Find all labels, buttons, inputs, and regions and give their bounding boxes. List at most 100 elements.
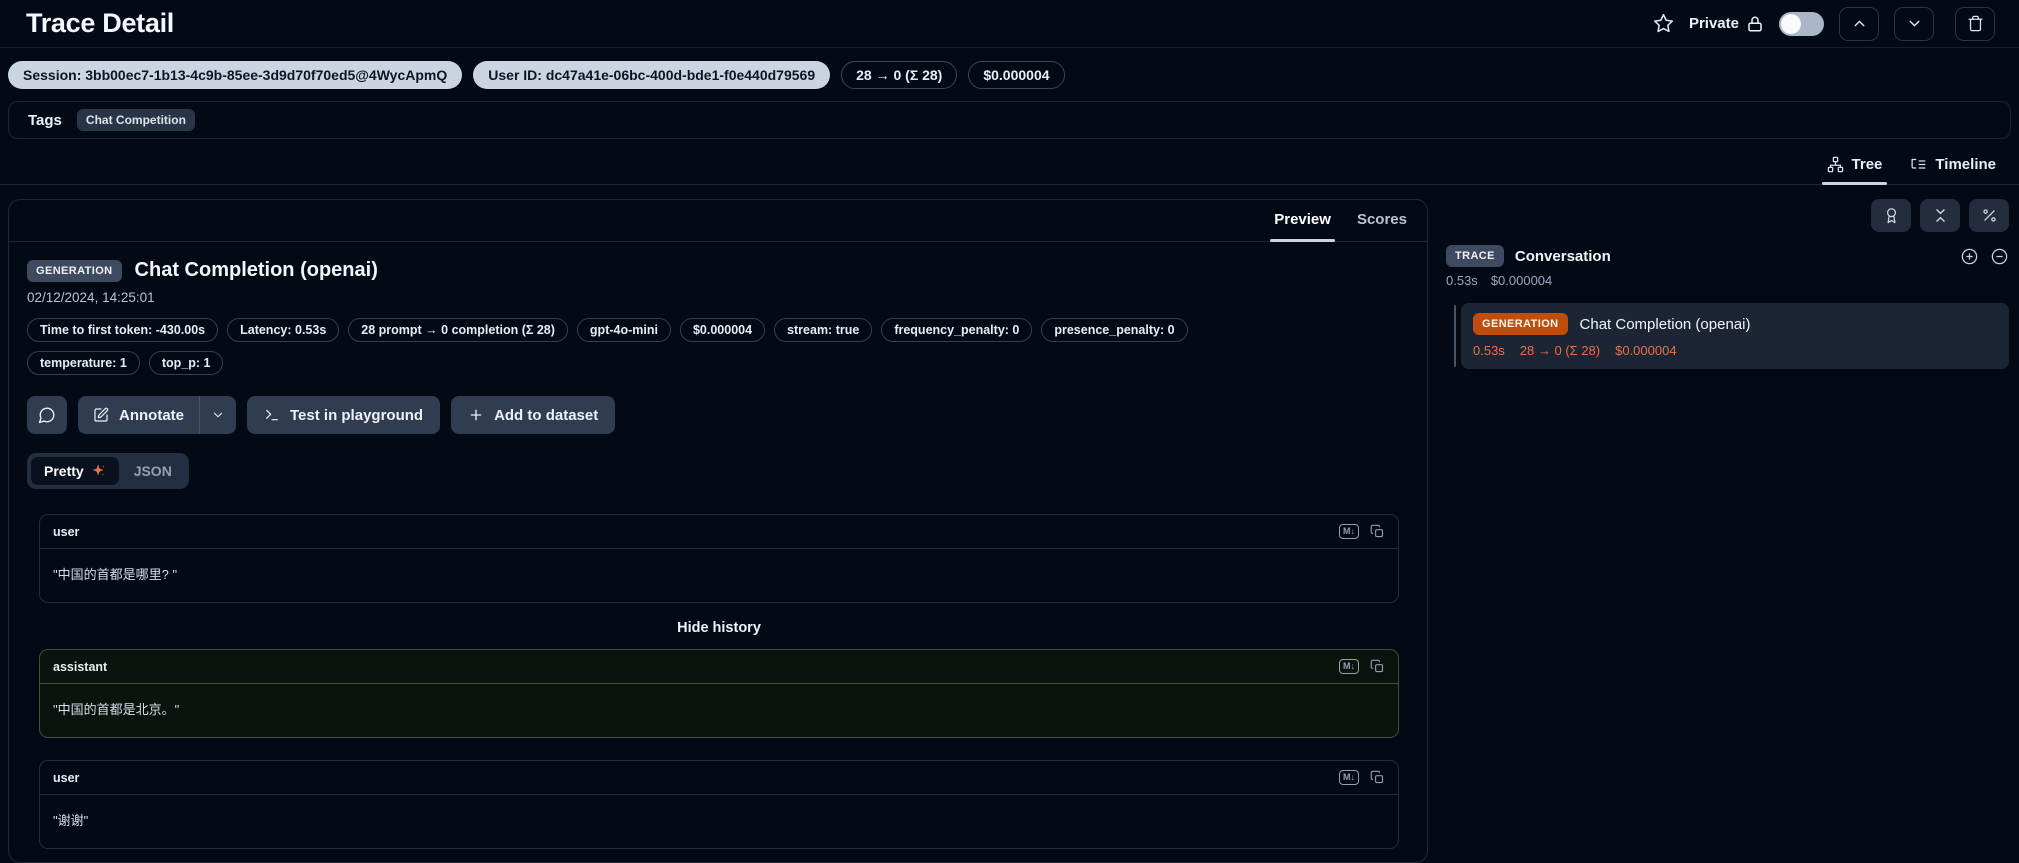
messages-list: user M↓ "中国的首都是哪里? " Hide history assist…: [39, 514, 1399, 849]
message-header: user M↓: [40, 515, 1398, 549]
message-role: assistant: [53, 660, 107, 674]
token-usage-badge: 28 → 0 (Σ 28): [841, 61, 957, 89]
pill-temperature: temperature: 1: [27, 351, 140, 375]
toggle-metrics-button[interactable]: [1969, 199, 2009, 232]
chevron-down-icon: [1906, 15, 1923, 32]
chevrons-collapse-icon: [1932, 207, 1949, 224]
expand-all-icon[interactable]: [1960, 247, 1979, 266]
delete-trace-button[interactable]: [1955, 7, 1995, 41]
trace-type-badge: TRACE: [1446, 245, 1504, 267]
copy-icon[interactable]: [1370, 659, 1385, 674]
message-role: user: [53, 771, 79, 785]
list-tree-icon: [1910, 156, 1927, 173]
edit-icon: [93, 407, 109, 423]
format-toggle: Pretty JSON: [27, 453, 189, 489]
tab-tree[interactable]: Tree: [1816, 147, 1894, 184]
trace-latency: 0.53s: [1446, 273, 1478, 288]
tab-preview[interactable]: Preview: [1266, 200, 1339, 241]
message-role: user: [53, 525, 79, 539]
pretty-label: Pretty: [44, 463, 84, 479]
public-toggle[interactable]: [1779, 12, 1824, 36]
observation-cost: $0.000004: [1615, 343, 1676, 358]
observation-tokens: 28 → 0 (Σ 28): [1520, 343, 1600, 358]
copy-icon[interactable]: [1370, 524, 1385, 539]
message-header-icons: M↓: [1339, 659, 1385, 674]
tree-controls: [1446, 199, 2009, 232]
collapse-all-button[interactable]: [1920, 199, 1960, 232]
pill-token-usage: 28 prompt → 0 completion (Σ 28): [348, 318, 568, 342]
chevron-up-icon: [1851, 15, 1868, 32]
observation-tree-title: Chat Completion (openai): [1580, 316, 1751, 333]
trace-root-row[interactable]: TRACE Conversation: [1446, 245, 2009, 267]
observation-actions: Annotate Test in playground Add to datas…: [27, 396, 1409, 434]
markdown-toggle-icon[interactable]: M↓: [1339, 659, 1359, 674]
tab-scores[interactable]: Scores: [1349, 200, 1415, 241]
observation-latency: 0.53s: [1473, 343, 1505, 358]
annotate-split-button: Annotate: [78, 396, 236, 434]
message-card-user-2: user M↓ "谢谢": [39, 760, 1399, 849]
tag-chip[interactable]: Chat Competition: [77, 109, 195, 131]
test-in-playground-button[interactable]: Test in playground: [247, 396, 440, 434]
pill-cost: $0.000004: [680, 318, 765, 342]
format-json-button[interactable]: JSON: [121, 457, 185, 485]
message-content: "谢谢": [40, 795, 1398, 848]
user-id-badge[interactable]: User ID: dc47a41e-06bc-400d-bde1-f0e440d…: [473, 61, 830, 89]
header-actions: Private: [1653, 7, 1995, 41]
collapse-node-icon[interactable]: [1990, 247, 2009, 266]
generation-type-badge: GENERATION: [1473, 313, 1568, 335]
copy-icon[interactable]: [1370, 770, 1385, 785]
trace-children: GENERATION Chat Completion (openai) 0.53…: [1446, 303, 2009, 369]
observation-header: GENERATION Chat Completion (openai): [27, 259, 1409, 282]
tab-timeline[interactable]: Timeline: [1899, 147, 2007, 184]
comments-button[interactable]: [27, 396, 67, 434]
private-label: Private: [1689, 15, 1739, 32]
observation-tree-metrics: 0.53s 28 → 0 (Σ 28) $0.000004: [1473, 343, 1997, 358]
pill-latency: Latency: 0.53s: [227, 318, 339, 342]
award-icon: [1883, 207, 1900, 224]
format-pretty-button[interactable]: Pretty: [31, 457, 119, 485]
visibility-group: Private: [1689, 15, 1764, 33]
observation-tree-row-selected[interactable]: GENERATION Chat Completion (openai) 0.53…: [1461, 303, 2009, 369]
message-header: user M↓: [40, 761, 1398, 795]
trace-title: Conversation: [1515, 248, 1611, 265]
observation-panel: Preview Scores GENERATION Chat Completio…: [8, 199, 1428, 863]
tab-tree-label: Tree: [1852, 156, 1883, 173]
annotate-label: Annotate: [119, 407, 184, 424]
cost-badge: $0.000004: [968, 61, 1064, 89]
main-content: Preview Scores GENERATION Chat Completio…: [0, 185, 2019, 863]
pill-presence-penalty: presence_penalty: 0: [1041, 318, 1187, 342]
chevron-down-icon: [211, 408, 225, 422]
tags-section[interactable]: Tags Chat Competition: [8, 101, 2011, 139]
toggle-scores-button[interactable]: [1871, 199, 1911, 232]
previous-trace-button[interactable]: [1839, 7, 1879, 41]
annotate-button[interactable]: Annotate: [78, 396, 199, 434]
comment-bubble-icon: [38, 406, 56, 424]
trace-tree-panel: TRACE Conversation 0.53s $0.000004 GENER…: [1428, 199, 2019, 369]
message-gap: [39, 738, 1399, 760]
hide-history-button[interactable]: Hide history: [39, 620, 1399, 636]
observation-tree-row-header: GENERATION Chat Completion (openai): [1473, 313, 1997, 335]
bookmark-star-icon[interactable]: [1653, 13, 1674, 34]
lock-icon: [1746, 15, 1764, 33]
toggle-knob: [1781, 14, 1801, 34]
markdown-toggle-icon[interactable]: M↓: [1339, 770, 1359, 785]
message-card-assistant: assistant M↓ "中国的首都是北京。": [39, 649, 1399, 738]
next-trace-button[interactable]: [1894, 7, 1934, 41]
markdown-toggle-icon[interactable]: M↓: [1339, 524, 1359, 539]
session-badge[interactable]: Session: 3bb00ec7-1b13-4c9b-85ee-3d9d70f…: [8, 61, 462, 89]
sparkles-icon: [92, 464, 106, 478]
pill-stream: stream: true: [774, 318, 872, 342]
pill-model[interactable]: gpt-4o-mini: [577, 318, 671, 342]
annotate-dropdown-button[interactable]: [199, 396, 236, 434]
observation-metric-pills: Time to first token: -430.00s Latency: 0…: [27, 318, 1287, 375]
test-in-playground-label: Test in playground: [290, 407, 423, 424]
percent-icon: [1981, 207, 1998, 224]
tab-timeline-label: Timeline: [1935, 156, 1996, 173]
pill-top-p: top_p: 1: [149, 351, 224, 375]
observation-timestamp: 02/12/2024, 14:25:01: [27, 290, 1409, 305]
add-to-dataset-label: Add to dataset: [494, 407, 598, 424]
message-content: "中国的首都是北京。": [40, 684, 1398, 737]
message-content: "中国的首都是哪里? ": [40, 549, 1398, 602]
add-to-dataset-button[interactable]: Add to dataset: [451, 396, 615, 434]
pill-time-to-first-token: Time to first token: -430.00s: [27, 318, 218, 342]
